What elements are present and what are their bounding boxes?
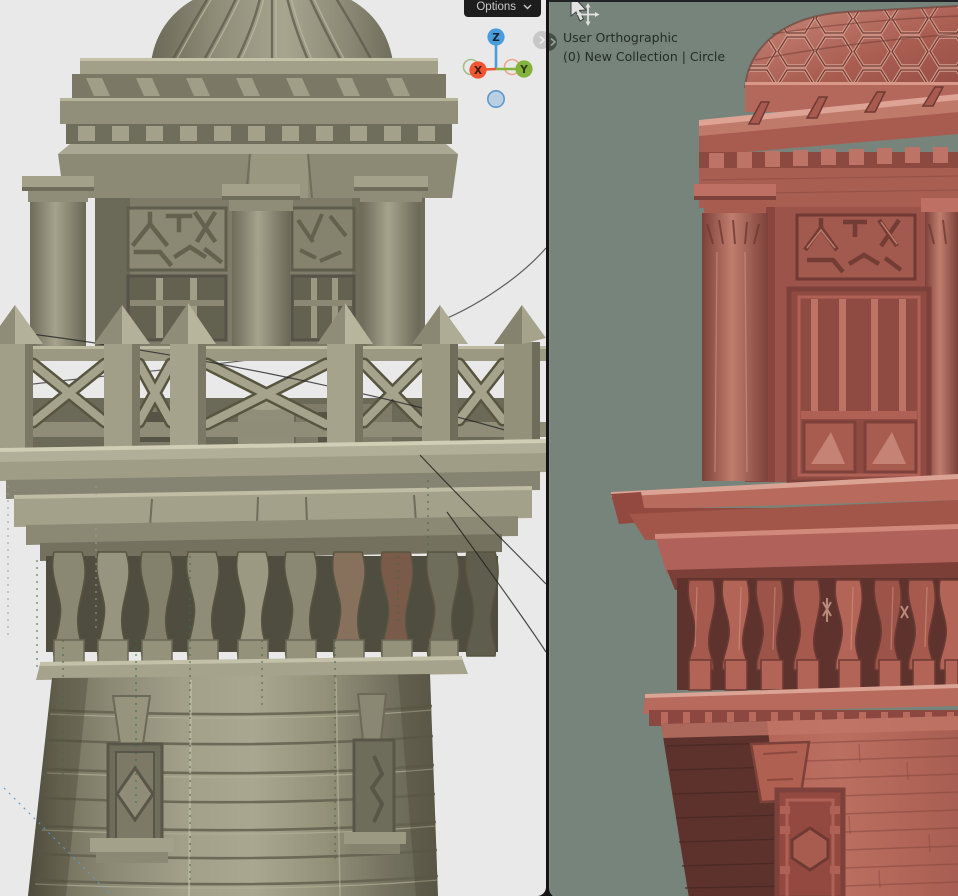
axis-z-label: Z [492, 32, 500, 44]
axis-x-label: X [474, 65, 482, 77]
tower-model-right[interactable] [549, 2, 958, 896]
right-vp-lower-window [774, 787, 846, 896]
lattice-panel-right [290, 206, 356, 272]
axis-neg-z-ball[interactable] [486, 90, 505, 109]
chevron-right-icon [539, 35, 546, 45]
right-vp-window [786, 286, 932, 485]
right-vp-column-left [694, 184, 776, 481]
navigation-gizmo[interactable]: Z X Y [454, 24, 538, 112]
sidebar-toggle-left[interactable] [533, 31, 546, 49]
options-button-label: Options [476, 1, 516, 13]
viewport-3d-right[interactable]: User Orthographic (0) New Collection | C… [549, 0, 958, 896]
collection-text: (0) New Collection | Circle [563, 48, 726, 64]
viewport-3d-left[interactable]: Options Z X Y [0, 0, 546, 896]
axis-y-label: Y [519, 64, 528, 76]
tower-model-left[interactable] [0, 0, 546, 896]
lattice-panel-left [126, 206, 228, 272]
options-button[interactable]: Options [464, 0, 541, 17]
chevron-right-icon [550, 37, 557, 47]
chevron-down-icon [523, 4, 532, 10]
viewport-overlay-text: User Orthographic (0) New Collection | C… [563, 29, 725, 66]
move-cursor-icon [570, 2, 600, 26]
blender-window: Options Z X Y User Orthographic (0) New … [0, 0, 958, 896]
right-vp-lattice-panel [795, 213, 917, 281]
